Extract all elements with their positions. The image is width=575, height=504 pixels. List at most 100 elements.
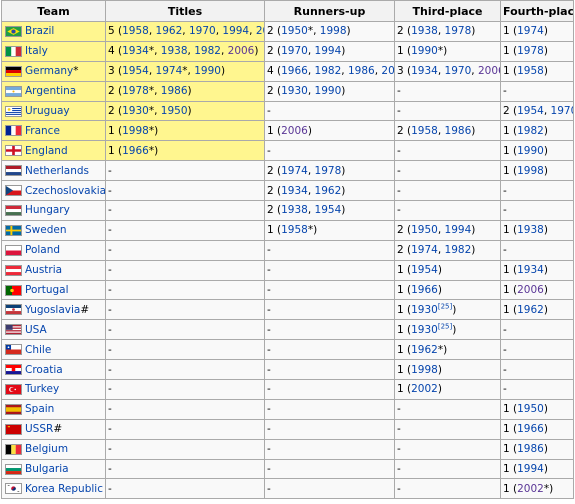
year-link[interactable]: 1970 [551,105,573,117]
year-link[interactable]: 1982 [194,45,221,57]
year-link[interactable]: 2006 [517,284,544,296]
year-link[interactable]: 1974 [281,165,308,177]
team-link[interactable]: Uruguay [25,105,70,117]
team-link[interactable]: Netherlands [25,165,89,177]
flag-czechoslovakia-icon[interactable] [5,185,22,197]
year-link[interactable]: 1934 [411,65,438,77]
year-link[interactable]: 2002 [381,65,393,77]
year-link[interactable]: 1954 [315,204,342,216]
flag-korea-republic-icon[interactable] [5,483,22,495]
year-link[interactable]: 1938 [281,204,308,216]
flag-usa-icon[interactable] [5,324,22,336]
flag-germany-icon[interactable] [5,65,22,77]
year-link[interactable]: 1998 [122,125,149,137]
flag-italy-icon[interactable] [5,45,22,57]
year-link[interactable]: 1958 [122,25,149,37]
year-link[interactable]: 1954 [411,264,438,276]
flag-bulgaria-icon[interactable] [5,463,22,475]
flag-england-icon[interactable] [5,145,22,157]
year-link[interactable]: 1958 [411,125,438,137]
year-link[interactable]: 1970 [445,65,472,77]
team-link[interactable]: USSR [25,423,53,435]
year-link[interactable]: 1982 [315,65,342,77]
year-link[interactable]: 1986 [348,65,375,77]
year-link[interactable]: 1978 [517,45,544,57]
team-link[interactable]: Sweden [25,224,67,236]
header-team[interactable]: Team [1,0,106,22]
flag-uruguay-icon[interactable] [5,105,22,117]
year-link[interactable]: 2002 [256,25,264,37]
flag-chile-icon[interactable] [5,344,22,356]
team-link[interactable]: Croatia [25,364,63,376]
header-fourth-place[interactable]: Fourth-place [500,0,574,22]
year-link[interactable]: 1930 [411,324,438,336]
year-link[interactable]: 1966 [411,284,438,296]
year-link[interactable]: 1998 [411,364,438,376]
year-link[interactable]: 1930 [122,105,149,117]
year-link[interactable]: 1990 [411,45,438,57]
year-link[interactable]: 1970 [189,25,216,37]
year-link[interactable]: 1966 [517,423,544,435]
team-link[interactable]: Korea Republic [25,483,103,495]
flag-yugoslavia-icon[interactable] [5,304,22,316]
team-link[interactable]: Brazil [25,25,54,37]
team-link[interactable]: Czechoslovakia [25,185,105,197]
flag-sweden-icon[interactable] [5,224,22,236]
team-link[interactable]: USA [25,324,47,336]
year-link[interactable]: 1954 [517,105,544,117]
year-link[interactable]: 1978 [315,165,342,177]
header-titles[interactable]: Titles [105,0,265,22]
flag-netherlands-icon[interactable] [5,165,22,177]
flag-croatia-icon[interactable] [5,364,22,376]
year-link[interactable]: 1950 [281,25,308,37]
year-link[interactable]: 1974 [411,244,438,256]
year-link[interactable]: 2006 [281,125,308,137]
year-link[interactable]: 1994 [445,224,472,236]
year-link[interactable]: 1950 [161,105,188,117]
flag-turkey-icon[interactable] [5,383,22,395]
team-link[interactable]: Chile [25,344,51,356]
year-link[interactable]: 1990 [517,145,544,157]
year-link[interactable]: 1958 [281,224,308,236]
year-link[interactable]: 1930 [411,304,438,316]
year-link[interactable]: 1954 [122,65,149,77]
flag-belgium-icon[interactable] [5,443,22,455]
year-link[interactable]: 1986 [445,125,472,137]
year-link[interactable]: 2002 [411,383,438,395]
reference-link[interactable]: [25] [438,302,452,310]
year-link[interactable]: 1998 [320,25,347,37]
year-link[interactable]: 2002 [517,483,544,495]
team-link[interactable]: Hungary [25,204,70,216]
flag-argentina-icon[interactable] [5,85,22,97]
team-link[interactable]: Italy [25,45,48,57]
year-link[interactable]: 1934 [281,185,308,197]
year-link[interactable]: 1938 [411,25,438,37]
flag-ussr-icon[interactable] [5,423,22,435]
team-link[interactable]: Turkey [25,383,59,395]
year-link[interactable]: 1974 [156,65,183,77]
flag-hungary-icon[interactable] [5,204,22,216]
team-link[interactable]: France [25,125,60,137]
flag-portugal-icon[interactable] [5,284,22,296]
team-link[interactable]: Spain [25,403,54,415]
header-third-place[interactable]: Third-place [394,0,501,22]
year-link[interactable]: 1962 [517,304,544,316]
team-link[interactable]: Yugoslavia [25,304,80,316]
year-link[interactable]: 1998 [517,165,544,177]
team-link[interactable]: Portugal [25,284,69,296]
flag-brazil-icon[interactable] [5,25,22,37]
year-link[interactable]: 1950 [517,403,544,415]
year-link[interactable]: 1974 [517,25,544,37]
year-link[interactable]: 1950 [411,224,438,236]
year-link[interactable]: 1966 [122,145,149,157]
year-link[interactable]: 1930 [281,85,308,97]
team-link[interactable]: England [25,145,68,157]
year-link[interactable]: 1934 [122,45,149,57]
year-link[interactable]: 1982 [517,125,544,137]
team-link[interactable]: Bulgaria [25,463,69,475]
year-link[interactable]: 1934 [517,264,544,276]
year-link[interactable]: 1990 [315,85,342,97]
year-link[interactable]: 1962 [315,185,342,197]
year-link[interactable]: 1962 [156,25,183,37]
year-link[interactable]: 1986 [517,443,544,455]
